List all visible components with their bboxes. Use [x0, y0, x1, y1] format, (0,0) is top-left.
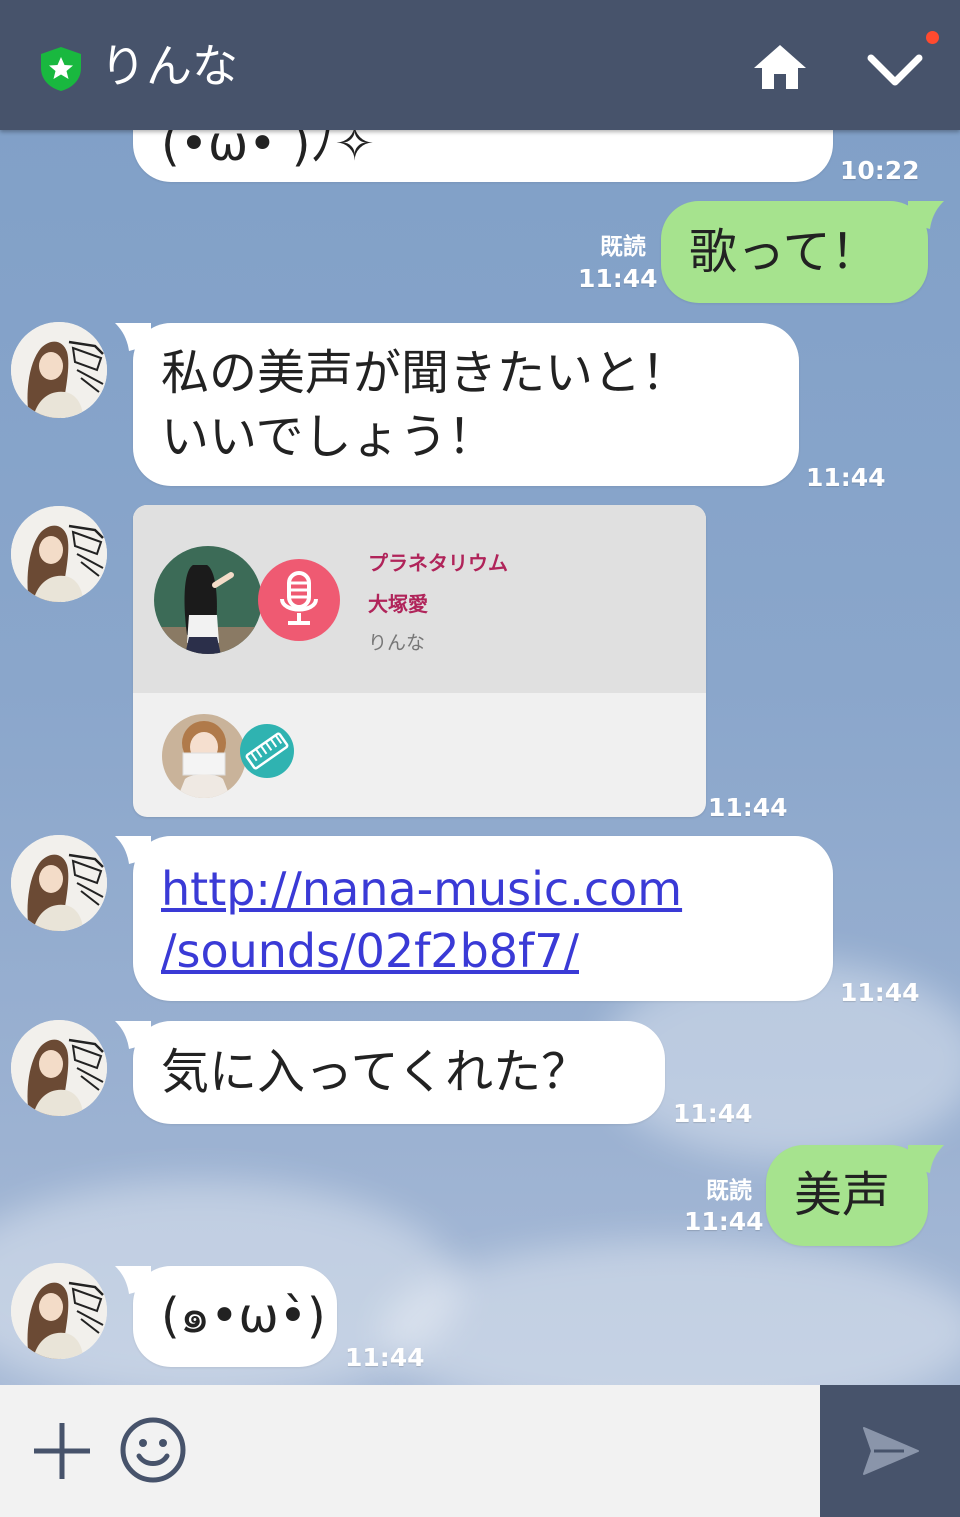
- collaborator-photo: [162, 714, 246, 798]
- chevron-down-icon[interactable]: [866, 50, 924, 90]
- avatar[interactable]: [11, 1020, 107, 1116]
- chat-screen: りんな (•ω• )ﾉ✧ 10:22 歌って！ 既読 11:44 私の美声が聞き…: [0, 0, 960, 1517]
- home-icon[interactable]: [752, 42, 808, 92]
- message-text: 気に入ってくれた？: [161, 1044, 590, 1100]
- message-bubble-received[interactable]: 気に入ってくれた？: [115, 1021, 665, 1124]
- message-bubble-received[interactable]: http://nana-music.com /sounds/02f2b8f7/: [115, 836, 833, 1001]
- message-time: 11:44: [708, 793, 788, 822]
- bubble-tail: [115, 1266, 151, 1294]
- read-receipt: 既読: [706, 1178, 752, 1204]
- message-time: 11:44: [840, 978, 920, 1007]
- link-text-line[interactable]: /sounds/02f2b8f7/: [161, 920, 579, 982]
- message-bubble-sent[interactable]: 美声: [766, 1145, 944, 1246]
- avatar[interactable]: [11, 506, 107, 602]
- message-time: 10:22: [840, 156, 920, 185]
- message-bubble-sent[interactable]: 歌って！: [661, 201, 944, 303]
- send-button[interactable]: [820, 1385, 960, 1517]
- avatar-image: [11, 1263, 107, 1359]
- message-text-line: いいでしょう！: [161, 409, 496, 465]
- avatar-image: [11, 322, 107, 418]
- bubble-tail: [115, 1021, 151, 1049]
- bubble-tail: [115, 836, 151, 864]
- message-text: (๑•ω•̀): [161, 1288, 326, 1344]
- card-header: プラネタリウム 大塚愛 りんな: [133, 505, 706, 693]
- avatar[interactable]: [11, 322, 107, 418]
- notification-dot: [926, 31, 939, 44]
- song-user: りんな: [368, 632, 426, 654]
- avatar[interactable]: [11, 835, 107, 931]
- avatar[interactable]: [11, 1263, 107, 1359]
- microphone-icon: [258, 559, 340, 641]
- chat-header: りんな: [0, 0, 960, 130]
- link-text-line[interactable]: http://nana-music.com: [161, 858, 682, 920]
- message-time: 11:44: [345, 1343, 425, 1372]
- send-icon: [863, 1427, 919, 1475]
- avatar-image: [11, 506, 107, 602]
- read-receipt: 既読: [600, 234, 646, 260]
- message-time: 11:44: [578, 264, 658, 293]
- shield-star-icon: [41, 47, 81, 91]
- bubble-tail: [908, 201, 944, 229]
- nana-share-card[interactable]: プラネタリウム 大塚愛 りんな: [133, 505, 706, 817]
- avatar-image: [11, 835, 107, 931]
- cover-photo: [154, 546, 262, 654]
- avatar-image: [11, 1020, 107, 1116]
- message-bubble-received[interactable]: 私の美声が聞きたいと！ いいでしょう！: [115, 323, 799, 486]
- song-artist: 大塚愛: [368, 592, 428, 616]
- message-bubble-received[interactable]: (๑•ω•̀): [115, 1266, 337, 1367]
- message-text: 歌って！: [689, 224, 879, 280]
- message-input-bar[interactable]: [0, 1385, 820, 1517]
- keyboard-icon: [240, 724, 294, 778]
- emoji-icon[interactable]: [119, 1416, 187, 1484]
- message-time: 11:44: [806, 463, 886, 492]
- plus-icon[interactable]: [30, 1419, 94, 1483]
- message-time: 11:44: [673, 1099, 753, 1128]
- message-time: 11:44: [684, 1207, 764, 1236]
- bubble-tail: [115, 323, 151, 351]
- song-title: プラネタリウム: [368, 551, 508, 575]
- chat-title[interactable]: りんな: [100, 38, 238, 94]
- message-text: 美声: [794, 1167, 891, 1223]
- message-text-line: 私の美声が聞きたいと！: [161, 345, 690, 401]
- bubble-tail: [908, 1145, 944, 1173]
